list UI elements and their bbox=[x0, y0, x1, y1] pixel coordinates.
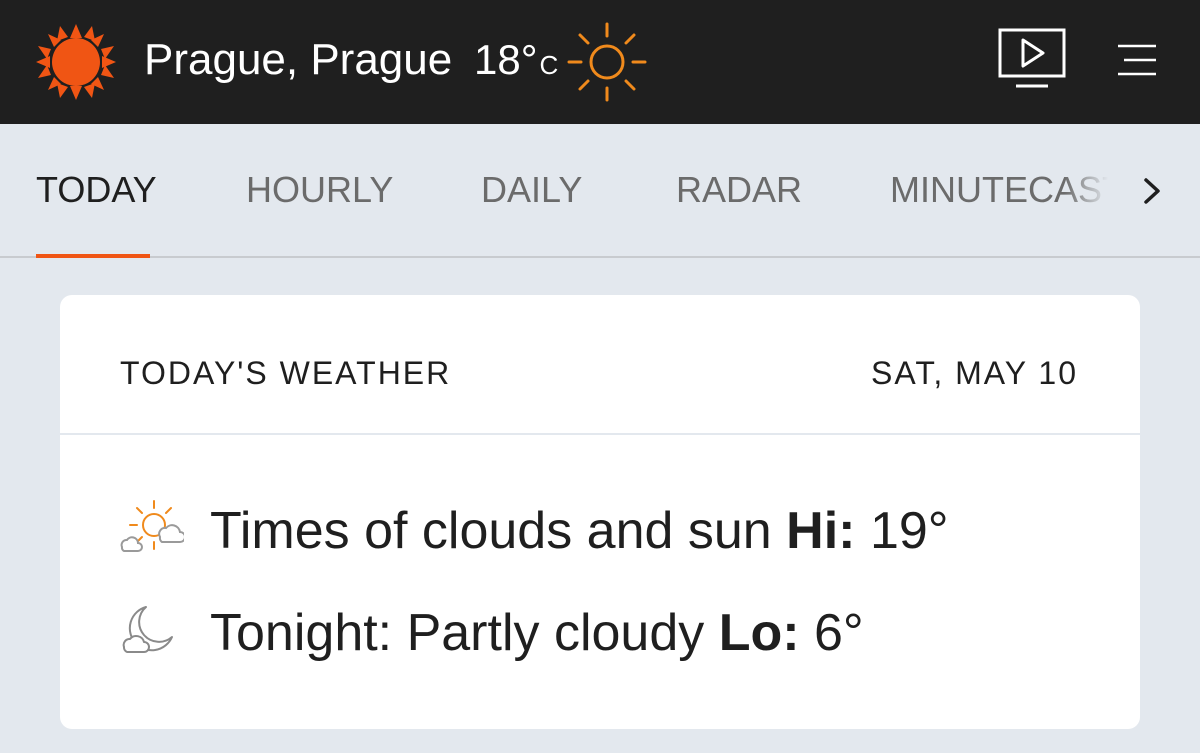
day-forecast-text: Times of clouds and sun Hi: 19° bbox=[210, 499, 949, 563]
active-tab-indicator bbox=[36, 254, 150, 258]
day-high-value: 19° bbox=[869, 502, 949, 560]
video-play-icon[interactable] bbox=[996, 26, 1068, 92]
chevron-right-icon[interactable] bbox=[1138, 174, 1166, 208]
accuweather-sun-logo-icon[interactable] bbox=[34, 22, 118, 102]
sun-icon bbox=[567, 22, 647, 102]
tab-daily[interactable]: DAILY bbox=[481, 168, 582, 212]
day-condition: Times of clouds and sun bbox=[210, 502, 772, 560]
tab-hourly[interactable]: HOURLY bbox=[246, 168, 393, 212]
temperature-value: 18° bbox=[474, 36, 538, 83]
night-low-value: 6° bbox=[814, 604, 864, 662]
tab-bar: TODAY HOURLY DAILY RADAR MINUTECAST bbox=[0, 124, 1200, 258]
top-bar: Prague, Prague 18°C bbox=[0, 0, 1200, 124]
current-temperature: 18°C bbox=[474, 30, 558, 95]
todays-weather-card[interactable]: TODAY'S WEATHER SAT, MAY 10 Times of clo… bbox=[60, 295, 1140, 729]
card-title: TODAY'S WEATHER bbox=[120, 355, 452, 391]
night-forecast-row: Tonight: Partly cloudy Lo: 6° bbox=[116, 597, 1096, 667]
night-low-label: Lo: bbox=[718, 604, 800, 662]
tab-minutecast[interactable]: MINUTECAST bbox=[890, 168, 1108, 212]
night-forecast-text: Tonight: Partly cloudy Lo: 6° bbox=[210, 601, 864, 665]
tab-radar[interactable]: RADAR bbox=[676, 168, 802, 212]
day-forecast-row: Times of clouds and sun Hi: 19° bbox=[116, 495, 1096, 565]
partly-cloudy-night-icon bbox=[122, 606, 173, 653]
day-high-label: Hi: bbox=[786, 502, 856, 560]
tab-today[interactable]: TODAY bbox=[36, 168, 157, 212]
night-condition: Tonight: Partly cloudy bbox=[210, 604, 705, 662]
temperature-unit: C bbox=[539, 50, 559, 80]
card-divider bbox=[60, 433, 1140, 435]
tabs-divider bbox=[0, 256, 1200, 258]
card-date: SAT, MAY 10 bbox=[871, 355, 1078, 391]
hamburger-menu-icon[interactable] bbox=[1116, 40, 1158, 80]
location-name[interactable]: Prague, Prague bbox=[144, 30, 452, 90]
partly-sunny-icon bbox=[120, 500, 184, 552]
